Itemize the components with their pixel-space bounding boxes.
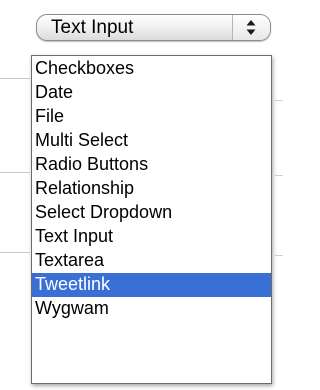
option-radio-buttons[interactable]: Radio Buttons [32,153,271,177]
form-divider [275,255,283,256]
option-file[interactable]: File [32,105,271,129]
field-type-select[interactable]: Text Input [36,14,271,41]
dropdown-list: Checkboxes Date File Multi Select Radio … [31,55,272,384]
option-select-dropdown[interactable]: Select Dropdown [32,201,271,225]
form-divider [0,78,30,79]
form-divider [0,252,30,253]
form-divider [275,100,283,101]
option-checkboxes[interactable]: Checkboxes [32,57,271,81]
form-divider [0,172,30,173]
select-value: Text Input [51,17,134,38]
option-wygwam[interactable]: Wygwam [32,297,271,321]
page: Text Input Checkboxes Date File Multi Se… [0,0,283,390]
option-textarea[interactable]: Textarea [32,249,271,273]
form-divider [275,175,283,176]
option-text-input[interactable]: Text Input [32,225,271,249]
select-stepper[interactable] [232,15,270,40]
option-tweetlink[interactable]: Tweetlink [32,273,271,297]
up-down-arrows-icon [246,20,256,35]
option-relationship[interactable]: Relationship [32,177,271,201]
option-date[interactable]: Date [32,81,271,105]
option-multi-select[interactable]: Multi Select [32,129,271,153]
